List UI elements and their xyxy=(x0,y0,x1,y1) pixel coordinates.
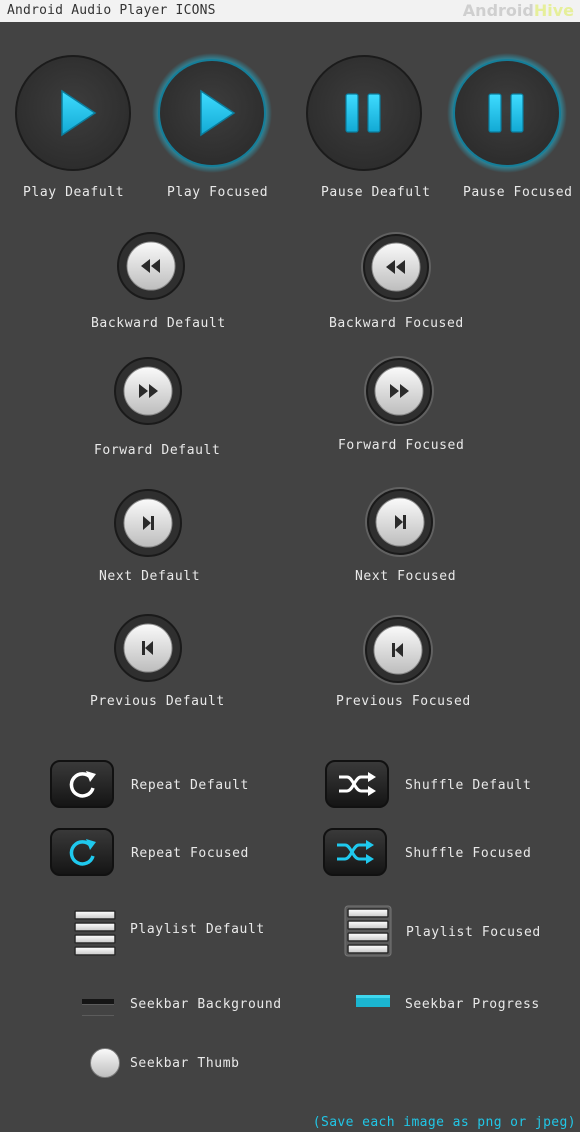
pause-default-icon xyxy=(305,54,423,172)
repeat-focused-label: Repeat Focused xyxy=(131,846,249,861)
next-default-label: Next Default xyxy=(99,569,201,584)
previous-default-icon xyxy=(113,613,183,683)
shuffle-default-label: Shuffle Default xyxy=(405,778,532,793)
pause-focused-icon xyxy=(446,52,568,174)
seekbar-background-icon xyxy=(82,998,114,1018)
forward-focused-label: Forward Focused xyxy=(338,438,465,453)
play-focused-label: Play Focused xyxy=(167,185,269,200)
backward-default-label: Backward Default xyxy=(91,316,226,331)
backward-focused-label: Backward Focused xyxy=(329,316,464,331)
next-focused-icon xyxy=(364,486,436,558)
play-default-icon xyxy=(14,54,132,172)
playlist-focused-label: Playlist Focused xyxy=(406,925,541,940)
pause-default-label: Pause Deafult xyxy=(321,185,431,200)
forward-default-label: Forward Default xyxy=(94,443,221,458)
brand-logo: AndroidHive xyxy=(463,1,574,20)
page-title: Android Audio Player ICONS xyxy=(7,3,216,18)
previous-default-label: Previous Default xyxy=(90,694,225,709)
previous-focused-label: Previous Focused xyxy=(336,694,471,709)
pause-focused-label: Pause Focused xyxy=(463,185,573,200)
previous-focused-icon xyxy=(362,614,434,686)
seekbar-thumb-label: Seekbar Thumb xyxy=(130,1056,240,1071)
forward-focused-icon xyxy=(363,355,435,427)
backward-focused-icon xyxy=(360,231,432,303)
playlist-default-label: Playlist Default xyxy=(130,922,265,937)
next-focused-label: Next Focused xyxy=(355,569,457,584)
seekbar-thumb-icon xyxy=(89,1047,121,1079)
forward-default-icon xyxy=(113,356,183,426)
shuffle-focused-label: Shuffle Focused xyxy=(405,846,532,861)
next-default-icon xyxy=(113,488,183,558)
playlist-default-icon xyxy=(74,910,116,958)
repeat-default-icon xyxy=(50,760,116,810)
brand-logo-part2: Hive xyxy=(533,1,574,20)
shuffle-default-icon xyxy=(325,760,391,810)
title-bar: Android Audio Player ICONS AndroidHive xyxy=(0,0,580,22)
repeat-default-label: Repeat Default xyxy=(131,778,249,793)
shuffle-focused-icon xyxy=(323,828,389,878)
backward-default-icon xyxy=(116,231,186,301)
brand-logo-part1: Android xyxy=(462,1,534,20)
seekbar-background-label: Seekbar Background xyxy=(130,997,282,1012)
seekbar-progress-label: Seekbar Progress xyxy=(405,997,540,1012)
repeat-focused-icon xyxy=(50,828,116,878)
seekbar-progress-icon xyxy=(356,994,390,1008)
playlist-focused-icon xyxy=(344,905,392,957)
play-focused-icon xyxy=(151,52,273,174)
play-default-label: Play Deafult xyxy=(23,185,125,200)
footer-note: (Save each image as png or jpeg) xyxy=(312,1115,576,1130)
